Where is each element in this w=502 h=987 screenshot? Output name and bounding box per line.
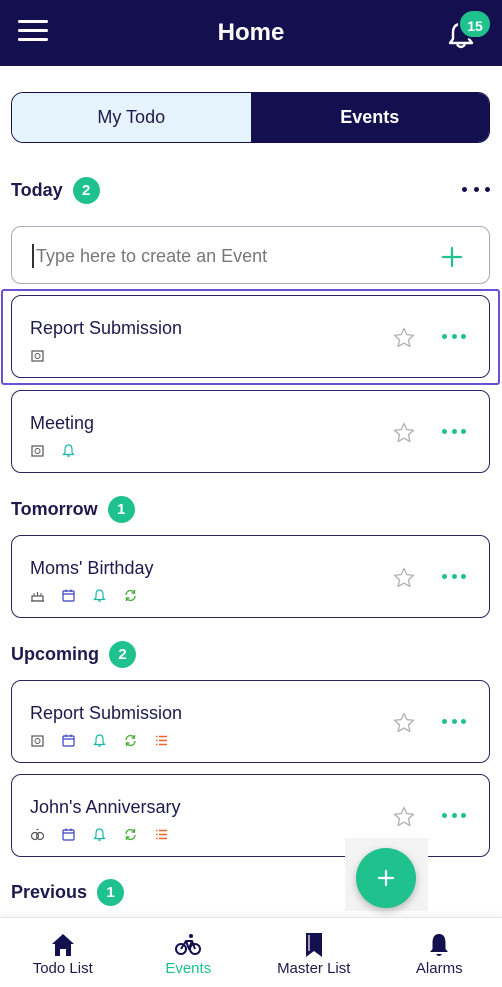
nav-label: Todo List [32,960,93,977]
bell-icon [93,734,106,747]
list-icon [156,735,167,746]
section-upcoming-label: Upcoming [11,644,99,664]
notification-count-badge: 15 [458,9,492,39]
list-icon [156,829,167,840]
rings-icon [30,828,45,841]
alarm-clock-icon [31,735,44,747]
plus-icon [377,869,395,887]
event-card[interactable]: Meeting [11,390,490,473]
event-options-icon[interactable] [442,574,466,580]
section-previous-count-badge: 1 [97,879,125,906]
bicycle-icon [175,934,202,955]
event-card[interactable]: Report Submission [11,680,490,763]
bookmark-icon [305,933,322,957]
app-header: Home 15 [0,0,502,66]
event-title: John's Anniversary [30,797,181,817]
bell-icon [93,828,106,841]
event-title: Report Submission [30,318,183,338]
bell-icon [430,934,449,956]
calendar-icon [62,828,75,841]
event-options-icon[interactable] [442,719,466,725]
bell-icon [62,444,75,457]
home-icon [51,934,74,956]
tab-events[interactable]: Events [250,93,489,142]
calendar-icon [62,589,75,602]
favorite-star-icon[interactable] [392,421,416,445]
section-today-label: Today [11,180,63,200]
add-event-plus-icon[interactable] [440,245,464,269]
nav-item-todo-list[interactable]: Todo List [0,918,126,987]
create-event-box [11,226,490,284]
nav-item-events[interactable]: Events [126,918,252,987]
favorite-star-icon[interactable] [392,805,416,829]
section-tomorrow-header: Tomorrow 1 [11,496,135,523]
event-options-icon[interactable] [442,334,466,340]
section-previous-label: Previous [11,882,88,902]
event-options-icon[interactable] [442,813,466,819]
page-title: Home [217,19,285,46]
repeat-icon [125,589,136,602]
bottom-navigation: Todo List Events Master List Alarms [0,917,502,987]
nav-label: Alarms [415,960,463,977]
section-tomorrow-label: Tomorrow [11,499,98,519]
favorite-star-icon[interactable] [392,326,416,350]
section-today-count-badge: 2 [72,177,100,204]
view-toggle: My Todo Events [11,92,490,143]
hamburger-menu-icon[interactable] [18,20,48,46]
event-title: Moms' Birthday [30,558,154,578]
event-options-icon[interactable] [442,429,466,435]
repeat-icon [125,828,136,841]
nav-item-alarms[interactable]: Alarms [377,918,502,987]
nav-item-master-list[interactable]: Master List [251,918,377,987]
bell-icon [93,589,106,602]
nav-label: Master List [277,960,351,977]
section-upcoming-count-badge: 2 [109,641,136,668]
section-tomorrow-count-badge: 1 [107,496,135,523]
section-upcoming-header: Upcoming 2 [11,641,136,668]
alarm-clock-icon [31,445,44,457]
favorite-star-icon[interactable] [392,566,416,590]
section-previous-header: Previous 1 [11,879,125,906]
repeat-icon [125,734,136,747]
calendar-icon [62,734,75,747]
tab-my-todo[interactable]: My Todo [12,93,251,142]
event-card[interactable]: Report Submission [11,295,490,378]
event-title: Meeting [30,413,95,433]
add-event-fab-button[interactable] [356,848,416,908]
event-card[interactable]: Moms' Birthday [11,535,490,618]
event-title: Report Submission [30,703,183,723]
favorite-star-icon[interactable] [392,711,416,735]
birthday-cake-icon [31,592,44,602]
alarm-clock-icon [31,350,44,362]
create-event-input[interactable] [32,244,422,268]
section-more-options-icon[interactable] [462,184,490,194]
section-today-header: Today 2 [11,177,100,204]
nav-label: Events [165,960,212,977]
